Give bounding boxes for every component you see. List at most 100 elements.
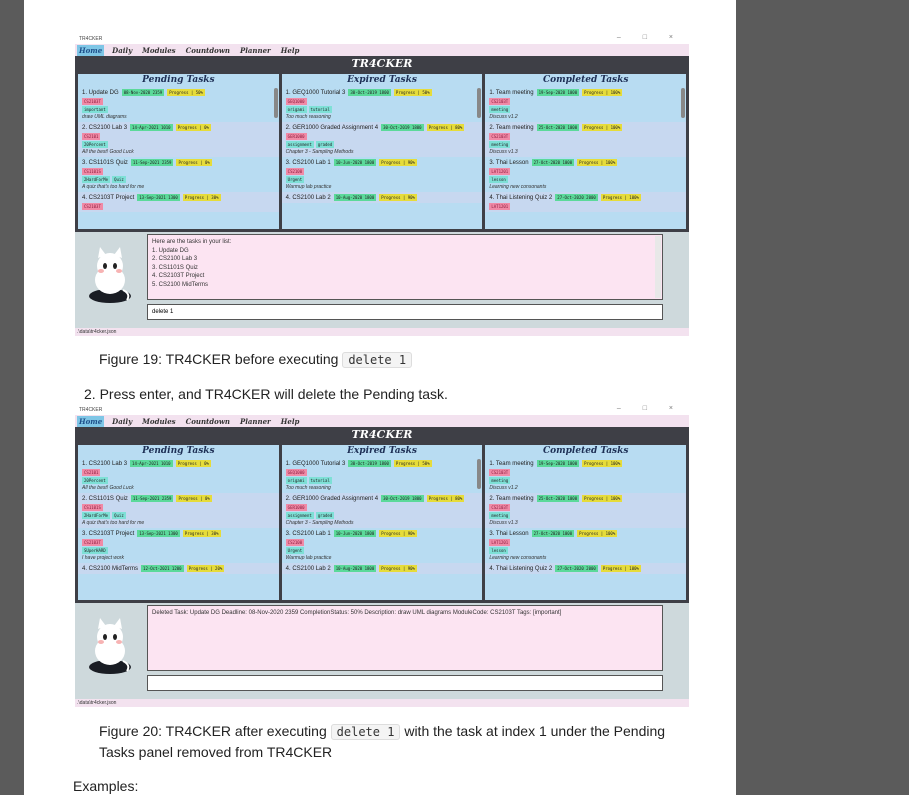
task-header: 1. GEQ1000 Tutorial 3 30-Oct-2019 1800 Pro…: [286, 89, 479, 96]
scrollbar[interactable]: [477, 88, 482, 118]
menu-home[interactable]: Home: [77, 44, 105, 56]
task-name: 3. CS1101S Quiz: [82, 159, 128, 166]
task-card[interactable]: 3. CS2103T Project 13-Sep-2021 1300 Progre…: [78, 528, 279, 563]
result-line: 5. CS2100 MidTerms: [152, 281, 209, 288]
task-card[interactable]: 1. GEQ1000 Tutorial 3 30-Oct-2019 1800 Pro…: [282, 458, 483, 493]
task-card[interactable]: 1. GEQ1000 Tutorial 3 30-Oct-2019 1800 Pro…: [282, 87, 483, 122]
task-name: 2. Team meeting: [489, 124, 534, 131]
result-line: Here are the tasks in your list:: [152, 239, 232, 245]
task-card[interactable]: 2. Team meeting 25-Oct-2020 1000 Progress …: [485, 122, 687, 157]
command-input[interactable]: [147, 675, 663, 691]
menu-modules[interactable]: Modules: [140, 416, 177, 427]
cat-mascot-icon: [89, 247, 131, 303]
task-description: Warmup lab practice: [285, 184, 332, 190]
task-name: 1. GEQ1000 Tutorial 3: [285, 460, 346, 467]
progress-badge: Progress | 80%: [426, 495, 465, 502]
tag-list: important: [82, 106, 275, 113]
task-card[interactable]: 4. Thai Listening Quiz 2 27-Oct-2020 2000…: [485, 563, 687, 574]
task-card[interactable]: 4. CS2100 MidTerms 12-Oct-2021 1200 Progre…: [78, 563, 279, 574]
task-card[interactable]: 4. CS2100 Lab 2 10-Aug-2020 1800 Progress …: [281, 192, 483, 203]
task-card[interactable]: 3. CS2100 Lab 1 10-Jun-2020 1800 Progress …: [282, 157, 483, 192]
task-description: Discuss v1.3: [489, 520, 518, 526]
result-line: Deleted Task: Update DG Deadline: 08-Nov…: [152, 610, 562, 616]
deadline-badge: 27-Oct-2020 2000: [555, 565, 598, 572]
tag-list: 2HardForMe Quiz: [82, 512, 275, 519]
task-card[interactable]: 3. CS2100 Lab 1 10-Jun-2020 1800 Progress …: [282, 528, 483, 563]
task-card[interactable]: 1. CS2100 Lab 3 14-Apr-2021 1010 Progress …: [78, 458, 279, 493]
task-header: 1. Team meeting 19-Sep-2020 1000 Progress …: [489, 89, 682, 96]
task-card[interactable]: 4. Thai Listening Quiz 2 27-Oct-2020 2000…: [485, 192, 687, 212]
task-card[interactable]: 2. GER1000 Graded Assignment 4 30-Oct-201…: [281, 493, 483, 528]
task-card[interactable]: 3. Thai Lesson 27-Oct-2020 1000 Progress |…: [485, 157, 686, 192]
task-description: Warmup lab practice: [285, 555, 332, 561]
result-scrollbar[interactable]: [655, 236, 661, 298]
menu-daily[interactable]: Daily: [110, 416, 134, 427]
progress-badge: Progress | 100%: [582, 124, 623, 131]
task-header: 4. Thai Listening Quiz 2 27-Oct-2020 2000…: [489, 565, 682, 572]
task-card[interactable]: 2. Team meeting 25-Oct-2020 1000 Progress …: [485, 493, 687, 528]
task-card[interactable]: 4. CS2100 Lab 2 10-Aug-2020 1800 Progress …: [281, 563, 483, 574]
menu-home[interactable]: Home: [77, 415, 105, 427]
task-name: 2. CS2100 Lab 3: [82, 124, 128, 131]
tag-list: meeting: [489, 141, 682, 148]
task-description: Discuss v1.2: [489, 114, 518, 120]
module-badge: CS2103T: [489, 98, 511, 105]
deadline-badge: 08-Nov-2020 2359: [121, 89, 165, 96]
task-description: draw UML diagrams: [82, 114, 127, 120]
task-card[interactable]: 2. GER1000 Graded Assignment 4 30-Oct-201…: [281, 122, 483, 157]
tag-list: SUperHARD: [82, 547, 275, 554]
task-name: 4. CS2100 Lab 2: [285, 194, 331, 201]
window-controls[interactable]: – □ ×: [617, 405, 683, 412]
deadline-badge: 14-Apr-2021 1010: [130, 124, 173, 131]
menu-planner[interactable]: Planner: [238, 45, 273, 56]
module-badge: GER1000: [285, 133, 307, 140]
task-card[interactable]: 1. Team meeting 19-Sep-2020 1000 Progress …: [485, 458, 686, 493]
task-header: 4. CS2103T Project 13-Sep-2021 1300 Progre…: [82, 194, 275, 201]
task-name: 4. Thai Listening Quiz 2: [489, 565, 553, 572]
progress-badge: Progress | 50%: [393, 89, 432, 96]
scrollbar[interactable]: [273, 88, 278, 118]
menu-planner[interactable]: Planner: [238, 416, 273, 427]
tag-list: Urgent: [285, 176, 479, 183]
task-card[interactable]: 2. CS1101S Quiz 11-Sep-2021 2359 Progress …: [78, 493, 279, 528]
tag-badge: graded: [315, 141, 335, 148]
task-name: 4. CS2100 Lab 2: [285, 565, 331, 572]
task-card[interactable]: 4. CS2103T Project 13-Sep-2021 1300 Progre…: [78, 192, 279, 212]
menu-daily[interactable]: Daily: [110, 45, 134, 56]
scrollbar[interactable]: [477, 459, 482, 489]
task-card[interactable]: 1. Update DG 08-Nov-2020 2359 Progress | 5…: [78, 87, 279, 122]
command-input[interactable]: delete 1: [147, 304, 663, 320]
task-card[interactable]: 3. CS1101S Quiz 11-Sep-2021 2359 Progress …: [78, 157, 279, 192]
task-card[interactable]: 3. Thai Lesson 27-Oct-2020 1000 Progress |…: [485, 528, 686, 563]
deadline-badge: 27-Oct-2020 2000: [555, 194, 598, 201]
deadline-badge: 19-Sep-2020 1000: [536, 89, 580, 96]
scrollbar[interactable]: [681, 88, 686, 118]
module-badge: CS2103T: [489, 504, 511, 511]
menu-help[interactable]: Help: [279, 45, 302, 56]
module-badge: LAT1201: [489, 168, 511, 175]
tag-badge: lesson: [489, 176, 508, 183]
window-controls[interactable]: – □ ×: [617, 34, 683, 41]
menu-countdown[interactable]: Countdown: [184, 416, 232, 427]
task-description: A quiz that's too hard for me: [82, 184, 145, 190]
deadline-badge: 19-Sep-2020 1000: [536, 460, 580, 467]
menu-countdown[interactable]: Countdown: [184, 45, 232, 56]
result-line: 3. CS1101S Quiz: [152, 264, 198, 271]
task-header: 3. CS2100 Lab 1 10-Jun-2020 1800 Progress …: [286, 159, 479, 166]
deadline-badge: 25-Oct-2020 1000: [536, 495, 580, 502]
tag-badge: 2HardForMe: [82, 176, 111, 183]
expired-title: Expired Tasks: [347, 75, 417, 85]
progress-badge: Progress | 90%: [379, 565, 417, 572]
tag-badge: origami: [285, 106, 307, 113]
task-card[interactable]: 1. Team meeting 19-Sep-2020 1000 Progress …: [485, 87, 686, 122]
menu-help[interactable]: Help: [279, 416, 302, 427]
menu-modules[interactable]: Modules: [140, 45, 177, 56]
tag-badge: Urgent: [285, 547, 305, 554]
task-name: 1. Team meeting: [489, 89, 534, 96]
deadline-badge: 27-Oct-2020 1000: [531, 530, 575, 537]
module-badge: GEQ1000: [285, 469, 307, 476]
pending-title: Pending Tasks: [142, 75, 215, 85]
task-name: 2. GER1000 Graded Assignment 4: [285, 124, 379, 131]
task-card[interactable]: 2. CS2100 Lab 3 14-Apr-2021 1010 Progress …: [78, 122, 279, 157]
tag-list: lesson: [489, 176, 682, 183]
